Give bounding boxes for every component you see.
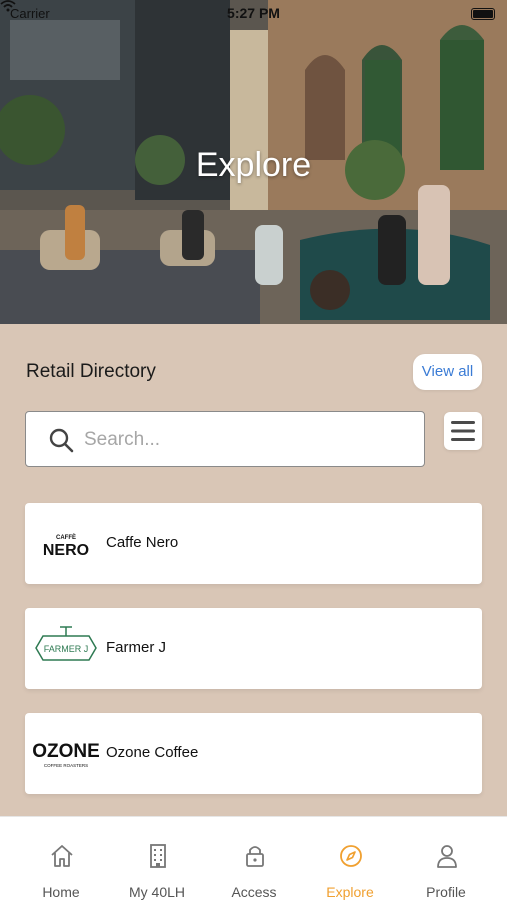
svg-text:COFFEE ROASTERS: COFFEE ROASTERS xyxy=(44,763,88,768)
battery-icon xyxy=(471,8,495,20)
building-icon xyxy=(150,844,166,868)
section-title: Retail Directory xyxy=(26,361,156,382)
retail-item-caffe-nero[interactable]: CAFFÈ NERO Caffe Nero xyxy=(25,503,482,584)
tab-label: Access xyxy=(231,884,277,900)
search-box[interactable] xyxy=(25,411,425,467)
status-time: 5:27 PM xyxy=(227,5,280,21)
tab-profile[interactable]: Profile xyxy=(398,817,494,900)
tab-home[interactable]: Home xyxy=(13,817,109,900)
farmer-j-logo: FARMER J xyxy=(33,622,99,674)
page-title: Explore xyxy=(195,146,312,184)
retail-item-name: Caffe Nero xyxy=(106,534,179,551)
tab-access[interactable]: Access xyxy=(206,817,302,900)
search-icon xyxy=(49,428,74,453)
compass-icon xyxy=(340,845,362,867)
svg-text:NERO: NERO xyxy=(43,542,89,559)
retail-item-farmer-j[interactable]: FARMER J Farmer J xyxy=(25,608,482,689)
home-icon xyxy=(51,845,73,867)
retail-item-name: Farmer J xyxy=(106,639,166,656)
lock-icon xyxy=(246,846,264,867)
search-input[interactable] xyxy=(84,424,404,456)
tab-label: Home xyxy=(42,884,80,900)
caffe-nero-logo: CAFFÈ NERO xyxy=(33,517,99,569)
tab-label: My 40LH xyxy=(128,884,186,900)
tab-label: Explore xyxy=(326,884,374,900)
tab-my-40lh[interactable]: My 40LH xyxy=(109,817,205,900)
tab-explore[interactable]: Explore xyxy=(302,817,398,900)
filter-menu-button[interactable] xyxy=(444,412,482,450)
tab-label: Profile xyxy=(426,884,466,900)
svg-text:FARMER J: FARMER J xyxy=(44,644,89,654)
retail-item-name: Ozone Coffee xyxy=(106,744,199,761)
hamburger-icon xyxy=(451,421,475,441)
svg-text:OZONE: OZONE xyxy=(33,741,99,762)
status-bar: Carrier 5:27 PM xyxy=(0,0,507,28)
ozone-logo: OZONE COFFEE ROASTERS xyxy=(32,727,100,779)
tab-bar: Home My 40LH Access Explore Profile xyxy=(0,816,507,900)
person-icon xyxy=(437,845,457,868)
svg-text:CAFFÈ: CAFFÈ xyxy=(56,533,76,541)
view-all-button[interactable]: View all xyxy=(413,354,482,390)
hero-banner: Carrier 5:27 PM Explore xyxy=(0,0,507,324)
retail-item-ozone-coffee[interactable]: OZONE COFFEE ROASTERS Ozone Coffee xyxy=(25,713,482,794)
